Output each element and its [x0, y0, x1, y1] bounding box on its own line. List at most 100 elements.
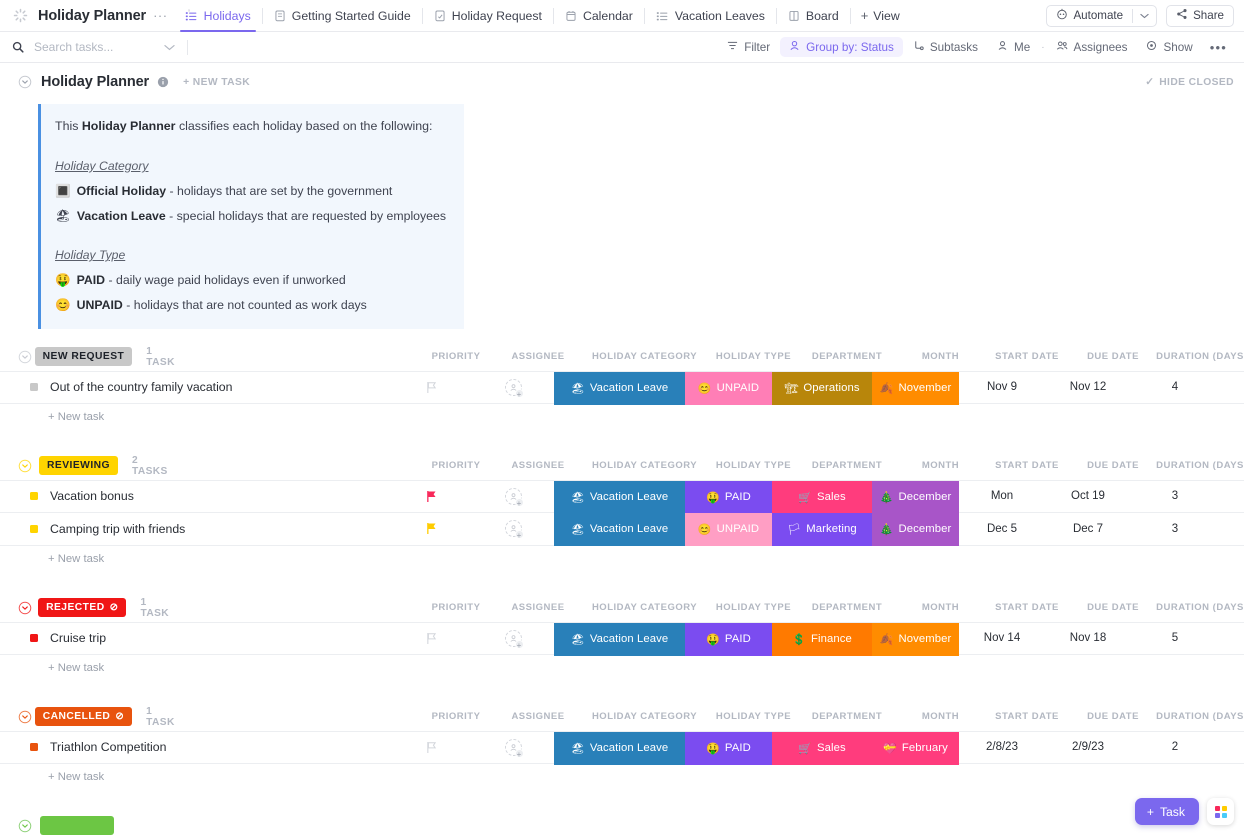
department-cell[interactable]: 🏳Marketing: [772, 513, 872, 546]
status-badge[interactable]: REJECTED⊘: [38, 598, 126, 617]
column-header-dept[interactable]: DEPARTMENT: [797, 602, 897, 613]
column-header-category[interactable]: HOLIDAY CATEGORY: [579, 460, 710, 471]
column-header-priority[interactable]: PRIORITY: [415, 351, 497, 362]
add-task-row[interactable]: + New task: [0, 764, 1244, 790]
assignee-cell[interactable]: +: [472, 623, 554, 654]
status-badge[interactable]: NEW REQUEST: [35, 347, 133, 366]
start-date-cell[interactable]: Nov 9: [959, 372, 1045, 403]
start-date-cell[interactable]: Dec 5: [959, 513, 1045, 545]
column-header-priority[interactable]: PRIORITY: [415, 711, 497, 722]
column-header-duration[interactable]: DURATION (DAYS: [1156, 711, 1244, 722]
table-row[interactable]: Cruise trip + 🏖Vacation Leave🤑PAID💲Finance…: [0, 622, 1244, 655]
workspace-title[interactable]: Holiday Planner: [38, 8, 146, 24]
priority-flag-icon[interactable]: [390, 732, 472, 763]
add-assignee-icon[interactable]: +: [505, 520, 522, 537]
subtasks-button[interactable]: Subtasks: [904, 37, 987, 57]
column-header-duration[interactable]: DURATION (DAYS: [1156, 460, 1244, 471]
assignees-button[interactable]: Assignees: [1047, 37, 1137, 57]
holiday-type-cell[interactable]: 🤑PAID: [685, 623, 772, 656]
share-button[interactable]: Share: [1167, 6, 1233, 26]
add-task-row[interactable]: + New task: [0, 546, 1244, 572]
holiday-type-cell[interactable]: 🤑PAID: [685, 732, 772, 765]
column-header-type[interactable]: HOLIDAY TYPE: [710, 711, 797, 722]
filter-button[interactable]: Filter: [718, 37, 779, 57]
status-badge[interactable]: [40, 816, 114, 835]
column-header-dept[interactable]: DEPARTMENT: [797, 711, 897, 722]
status-badge[interactable]: CANCELLED⊘: [35, 707, 132, 726]
holiday-category-cell[interactable]: 🏖Vacation Leave: [554, 623, 685, 656]
holiday-category-cell[interactable]: 🏖Vacation Leave: [554, 732, 685, 765]
task-name-cell[interactable]: Camping trip with friends: [0, 513, 390, 545]
tab-holiday-request[interactable]: Holiday Request: [423, 0, 553, 32]
month-cell[interactable]: 🍂November: [872, 372, 959, 405]
tab-holidays[interactable]: x Holidays: [174, 0, 262, 32]
task-name-cell[interactable]: Triathlon Competition: [0, 732, 390, 763]
due-date-cell[interactable]: Nov 18: [1045, 623, 1131, 654]
column-header-priority[interactable]: PRIORITY: [415, 460, 497, 471]
column-header-duration[interactable]: DURATION (DAYS: [1156, 351, 1244, 362]
info-icon[interactable]: [157, 76, 169, 88]
month-cell[interactable]: 🎄December: [872, 481, 959, 514]
task-name-cell[interactable]: Cruise trip: [0, 623, 390, 654]
collapse-group-chevron-icon[interactable]: [18, 459, 39, 473]
assignee-cell[interactable]: +: [472, 372, 554, 403]
tab-vacation-leaves[interactable]: Vacation Leaves: [645, 0, 776, 32]
status-dot-icon[interactable]: [30, 634, 38, 642]
assignee-cell[interactable]: +: [472, 513, 554, 545]
column-header-type[interactable]: HOLIDAY TYPE: [710, 351, 797, 362]
search-box[interactable]: [12, 36, 188, 58]
holiday-category-cell[interactable]: 🏖Vacation Leave: [554, 372, 685, 405]
department-cell[interactable]: 🛒Sales: [772, 481, 872, 514]
share-button-group[interactable]: Share: [1166, 5, 1234, 27]
holiday-type-cell[interactable]: 😊UNPAID: [685, 372, 772, 405]
automate-dropdown-button[interactable]: [1133, 6, 1156, 26]
column-header-due[interactable]: DUE DATE: [1070, 351, 1156, 362]
column-header-type[interactable]: HOLIDAY TYPE: [710, 460, 797, 471]
due-date-cell[interactable]: Dec 7: [1045, 513, 1131, 545]
add-task-row[interactable]: + New task: [0, 655, 1244, 681]
column-header-start[interactable]: START DATE: [984, 711, 1070, 722]
task-name-cell[interactable]: Vacation bonus: [0, 481, 390, 512]
due-date-cell[interactable]: Oct 19: [1045, 481, 1131, 512]
duration-cell[interactable]: 3: [1131, 481, 1219, 512]
month-cell[interactable]: 🍂November: [872, 623, 959, 656]
column-header-start[interactable]: START DATE: [984, 602, 1070, 613]
column-header-due[interactable]: DUE DATE: [1070, 460, 1156, 471]
priority-flag-icon[interactable]: [390, 623, 472, 654]
status-dot-icon[interactable]: [30, 383, 38, 391]
holiday-type-cell[interactable]: 😊UNPAID: [685, 513, 772, 546]
add-view-button[interactable]: + View: [851, 8, 910, 23]
column-header-month[interactable]: MONTH: [897, 711, 984, 722]
collapse-list-chevron-icon[interactable]: [18, 75, 32, 89]
table-row[interactable]: Out of the country family vacation +🏖Vaca…: [0, 371, 1244, 404]
search-chevron-down-icon[interactable]: [164, 38, 175, 56]
column-header-due[interactable]: DUE DATE: [1070, 711, 1156, 722]
duration-cell[interactable]: 5: [1131, 623, 1219, 654]
add-assignee-icon[interactable]: +: [505, 630, 522, 647]
column-header-month[interactable]: MONTH: [897, 460, 984, 471]
priority-flag-icon[interactable]: [390, 513, 472, 545]
month-cell[interactable]: 🎄December: [872, 513, 959, 546]
more-options-icon[interactable]: •••: [1203, 37, 1234, 58]
collapse-group-chevron-icon[interactable]: [18, 350, 35, 364]
assignee-cell[interactable]: +: [472, 481, 554, 512]
group-by-button[interactable]: Group by: Status: [780, 37, 903, 57]
due-date-cell[interactable]: 2/9/23: [1045, 732, 1131, 763]
automate-button-group[interactable]: Automate: [1046, 5, 1157, 27]
tab-getting-started-guide[interactable]: Getting Started Guide: [263, 0, 422, 32]
column-header-category[interactable]: HOLIDAY CATEGORY: [579, 351, 710, 362]
department-cell[interactable]: 💲Finance: [772, 623, 872, 656]
column-header-assignee[interactable]: ASSIGNEE: [497, 351, 579, 362]
column-header-priority[interactable]: PRIORITY: [415, 602, 497, 613]
column-header-assignee[interactable]: ASSIGNEE: [497, 602, 579, 613]
start-date-cell[interactable]: Mon: [959, 481, 1045, 512]
column-header-assignee[interactable]: ASSIGNEE: [497, 711, 579, 722]
automate-button[interactable]: Automate: [1047, 6, 1132, 26]
add-task-row[interactable]: + New task: [0, 404, 1244, 430]
duration-cell[interactable]: 3: [1131, 513, 1219, 545]
month-cell[interactable]: 💝February: [872, 732, 959, 765]
department-cell[interactable]: 🏗Operations: [772, 372, 872, 405]
add-assignee-icon[interactable]: +: [505, 739, 522, 756]
task-name-cell[interactable]: Out of the country family vacation: [0, 372, 390, 403]
new-task-link[interactable]: + NEW TASK: [183, 77, 250, 88]
